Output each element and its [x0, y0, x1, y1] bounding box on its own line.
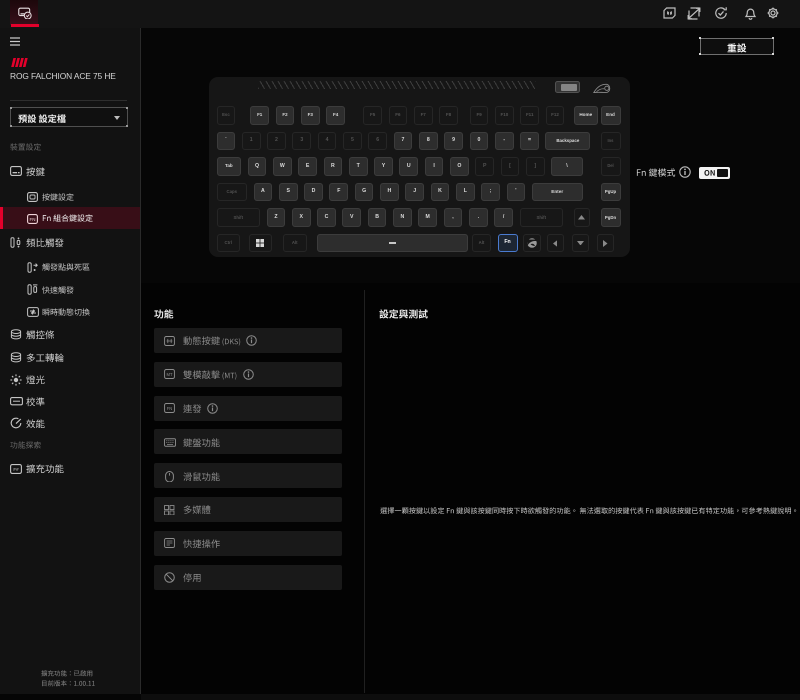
svg-text:F#: F#	[13, 466, 19, 471]
svg-text:FN: FN	[167, 406, 173, 411]
svg-text:MT: MT	[166, 372, 172, 377]
svg-text:FN: FN	[30, 217, 36, 222]
